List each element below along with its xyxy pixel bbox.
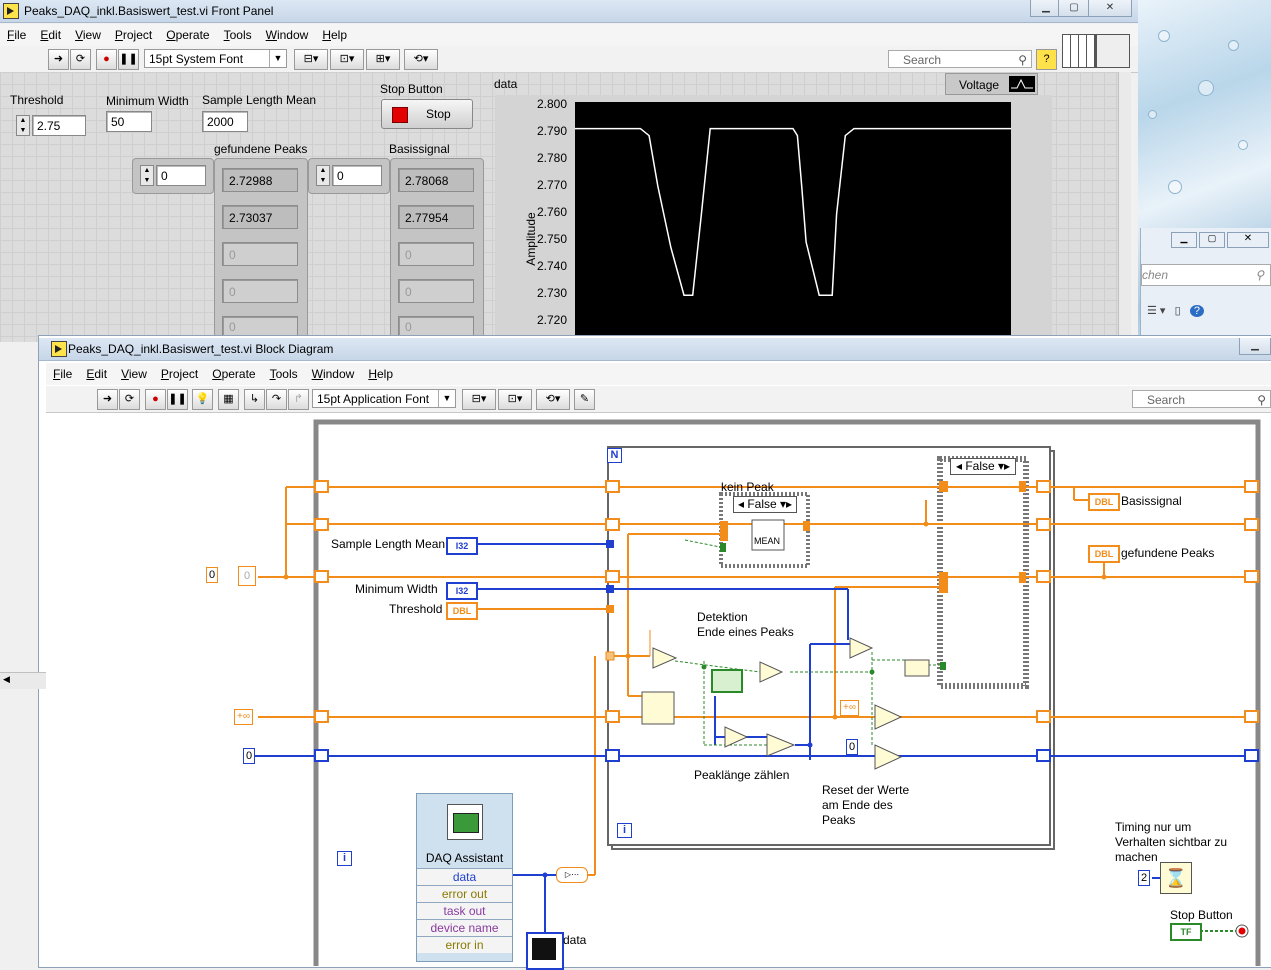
reset-comment: Reset der Werte am Ende des Peaks bbox=[822, 783, 910, 827]
stop-terminal-icon bbox=[1238, 927, 1246, 935]
stop-button-terminal[interactable]: TF bbox=[1170, 923, 1202, 941]
threshold-terminal[interactable]: DBL bbox=[446, 602, 478, 620]
peaklaenge-comment: Peaklänge zählen bbox=[694, 768, 790, 782]
array-constant[interactable]: 0 bbox=[238, 566, 256, 586]
convert-dynamic-data-node[interactable]: ▷⋯ bbox=[556, 867, 588, 883]
daq-assistant-node[interactable]: DAQ Assistant data error out task out de… bbox=[416, 793, 513, 962]
constant-zero-a[interactable]: 0 bbox=[206, 567, 219, 583]
constant-inf-a[interactable]: +∞ bbox=[234, 709, 253, 725]
daq-output-data[interactable]: data bbox=[417, 868, 512, 885]
daq-output-task-out[interactable]: task out bbox=[417, 902, 512, 919]
daq-assistant-icon bbox=[447, 804, 483, 840]
case-structure-outer bbox=[937, 456, 1029, 689]
daq-output-error-out[interactable]: error out bbox=[417, 885, 512, 902]
sample-length-mean-label: Sample Length Mean bbox=[331, 537, 446, 551]
daq-input-error-in[interactable]: error in bbox=[417, 936, 512, 953]
graph-terminal-icon[interactable] bbox=[526, 932, 564, 970]
daq-input-device-name[interactable]: device name bbox=[417, 919, 512, 936]
basissignal-terminal[interactable]: DBL bbox=[1088, 493, 1120, 511]
wiring-diagram bbox=[254, 419, 1261, 966]
sample-length-terminal[interactable]: I32 bbox=[446, 537, 478, 555]
data-terminal-label: data bbox=[563, 933, 587, 947]
outer-case-selector[interactable]: ◂ False ▾▸ bbox=[950, 458, 1016, 475]
constant-zero-d[interactable]: 0 bbox=[846, 739, 859, 755]
while-loop-iteration-terminal: i bbox=[337, 851, 352, 866]
gefundene-peaks-label: gefundene Peaks bbox=[1121, 546, 1215, 560]
for-loop-count-terminal: N bbox=[607, 448, 622, 463]
wait-icon: ⌛ bbox=[1160, 862, 1192, 894]
for-loop-iteration-terminal: i bbox=[617, 823, 632, 838]
minimum-width-terminal[interactable]: I32 bbox=[446, 582, 478, 600]
stop-button-bd-label: Stop Button bbox=[1170, 908, 1233, 922]
wait-ms-constant[interactable]: 2 bbox=[1138, 870, 1151, 886]
constant-zero-c[interactable]: 0 bbox=[243, 748, 256, 764]
increment-node bbox=[711, 669, 743, 693]
kein-peak-label: kein Peak bbox=[721, 480, 774, 494]
basissignal-label: Basissignal bbox=[1121, 494, 1182, 508]
minimum-width-label: Minimum Width bbox=[355, 582, 438, 596]
bundle-node bbox=[641, 691, 675, 725]
gefundene-peaks-terminal[interactable]: DBL bbox=[1088, 545, 1120, 563]
inner-case-selector[interactable]: ◂ False ▾▸ bbox=[733, 496, 797, 513]
threshold-label-bd: Threshold bbox=[389, 602, 443, 616]
daq-title: DAQ Assistant bbox=[425, 851, 504, 865]
constant-inf-b[interactable]: +∞ bbox=[840, 700, 859, 716]
detektion-comment: Detektion Ende eines Peaks bbox=[697, 610, 794, 639]
and-node bbox=[904, 659, 930, 677]
timing-comment: Timing nur um Verhalten sichtbar zu machen bbox=[1115, 820, 1228, 864]
mean-node-label: MEAN bbox=[754, 536, 781, 546]
